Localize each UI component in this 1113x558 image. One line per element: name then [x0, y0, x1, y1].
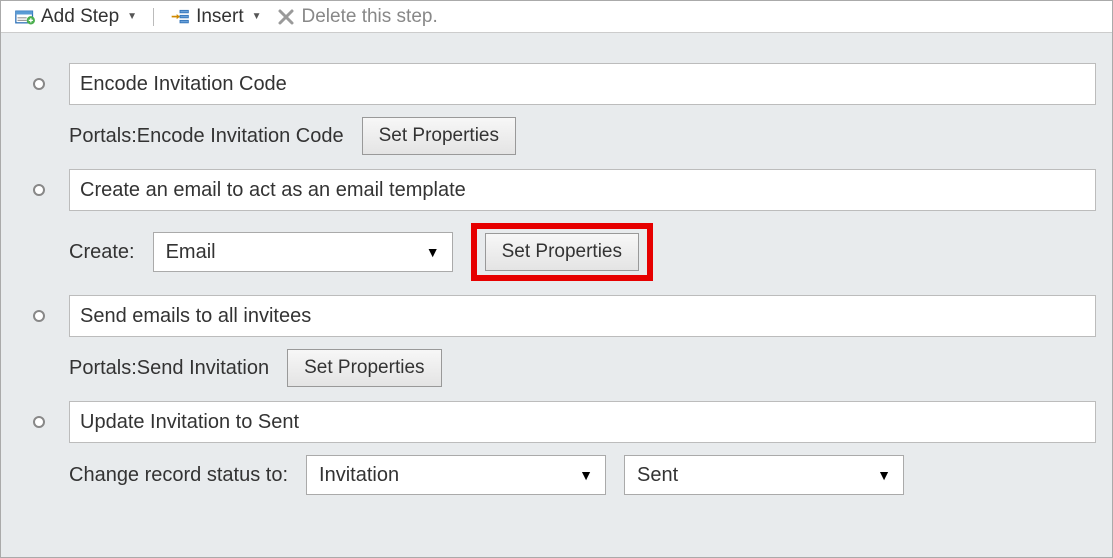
create-label: Create: — [69, 241, 135, 264]
step-title-input[interactable] — [69, 401, 1096, 443]
add-step-button[interactable]: Add Step ▼ — [11, 4, 141, 30]
step-title-row — [1, 169, 1112, 211]
steps-area: Portals:Encode Invitation Code Set Prope… — [1, 33, 1112, 557]
set-properties-button[interactable]: Set Properties — [287, 349, 441, 387]
workflow-editor: Add Step ▼ Insert ▼ Delete this step. — [0, 0, 1113, 558]
create-entity-select[interactable]: Email ▼ — [153, 232, 453, 272]
step-detail-row: Portals:Encode Invitation Code Set Prope… — [1, 105, 1112, 169]
insert-button[interactable]: Insert ▼ — [166, 4, 265, 30]
status-value-select[interactable]: Sent ▼ — [624, 455, 904, 495]
chevron-down-icon: ▼ — [426, 244, 440, 260]
select-value: Sent — [637, 464, 678, 487]
set-properties-button[interactable]: Set Properties — [485, 233, 639, 271]
step-title-row — [1, 295, 1112, 337]
delete-icon — [276, 8, 296, 26]
step-bullet-icon — [33, 416, 45, 428]
step-title-row — [1, 401, 1112, 443]
chevron-down-icon: ▼ — [877, 467, 891, 483]
insert-icon — [170, 8, 190, 26]
step-title-row — [1, 63, 1112, 105]
insert-label: Insert — [196, 6, 244, 28]
separator — [153, 8, 154, 26]
step-action-label: Portals:Encode Invitation Code — [69, 125, 344, 148]
step-detail-row: Portals:Send Invitation Set Properties — [1, 337, 1112, 401]
add-step-label: Add Step — [41, 6, 119, 28]
step-bullet-icon — [33, 78, 45, 90]
step-title-input[interactable] — [69, 169, 1096, 211]
step-bullet-icon — [33, 184, 45, 196]
status-entity-select[interactable]: Invitation ▼ — [306, 455, 606, 495]
highlight-box: Set Properties — [471, 223, 653, 281]
step-bullet-icon — [33, 310, 45, 322]
add-step-icon — [15, 8, 35, 26]
step-action-label: Portals:Send Invitation — [69, 357, 269, 380]
step-detail-row: Create: Email ▼ Set Properties — [1, 211, 1112, 295]
chevron-down-icon: ▼ — [579, 467, 593, 483]
delete-step-button[interactable]: Delete this step. — [272, 4, 442, 30]
change-status-label: Change record status to: — [69, 464, 288, 487]
step-title-input[interactable] — [69, 295, 1096, 337]
step-detail-row: Change record status to: Invitation ▼ Se… — [1, 443, 1112, 509]
toolbar: Add Step ▼ Insert ▼ Delete this step. — [1, 1, 1112, 33]
set-properties-button[interactable]: Set Properties — [362, 117, 516, 155]
step-title-input[interactable] — [69, 63, 1096, 105]
chevron-down-icon: ▼ — [127, 11, 137, 22]
select-value: Email — [166, 241, 216, 264]
select-value: Invitation — [319, 464, 399, 487]
chevron-down-icon: ▼ — [252, 11, 262, 22]
delete-label: Delete this step. — [302, 6, 438, 28]
